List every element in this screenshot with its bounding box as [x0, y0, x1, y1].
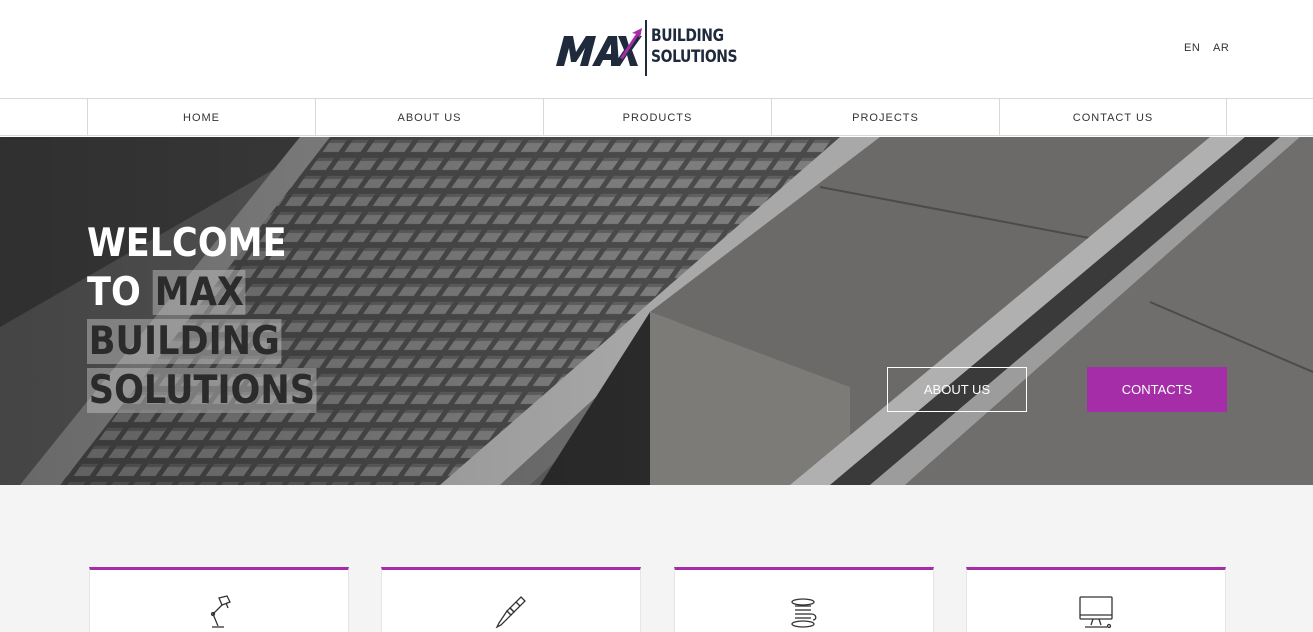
hero-title-line-2: TO MAX [87, 268, 317, 317]
hero-title: WELCOME TO MAX BUILDING SOLUTIONS [87, 219, 317, 415]
screwdriver-icon [495, 596, 526, 629]
logo-divider [645, 20, 647, 76]
logo-line-1: BUILDING [651, 26, 724, 46]
site-header: BUILDING SOLUTIONS EN AR [0, 0, 1313, 98]
cable-spool-icon [791, 598, 817, 628]
nav-item-home[interactable]: HOME [87, 99, 315, 136]
hero-title-line-4: SOLUTIONS [87, 366, 317, 415]
hero-title-max: MAX [153, 270, 246, 315]
computer-monitor-icon [1079, 596, 1113, 629]
logo-line-2: SOLUTIONS [651, 47, 738, 67]
about-us-button[interactable]: ABOUT US [887, 367, 1027, 412]
hero-title-building: BUILDING [87, 319, 282, 364]
hero-title-solutions: SOLUTIONS [87, 368, 317, 413]
hero-title-line-3: BUILDING [87, 317, 317, 366]
feature-card-tools[interactable] [381, 567, 641, 632]
desk-lamp-icon [210, 595, 231, 628]
logo-wordmark: BUILDING SOLUTIONS [651, 26, 738, 68]
contacts-button[interactable]: CONTACTS [1087, 367, 1227, 412]
feature-card-lighting[interactable] [89, 567, 349, 632]
main-navigation: HOME ABOUT US PRODUCTS PROJECTS CONTACT … [0, 98, 1313, 136]
hero-title-line-1: WELCOME [87, 221, 287, 266]
nav-item-about-us[interactable]: ABOUT US [315, 99, 543, 136]
language-ar-link[interactable]: AR [1213, 42, 1229, 54]
features-section [0, 485, 1313, 632]
nav-item-contact-us[interactable]: CONTACT US [999, 99, 1227, 136]
hero-title-to: TO [87, 270, 154, 315]
feature-card-electronics[interactable] [966, 567, 1226, 632]
max-logo-icon [556, 28, 642, 66]
site-logo[interactable]: BUILDING SOLUTIONS [556, 18, 738, 78]
nav-item-projects[interactable]: PROJECTS [771, 99, 999, 136]
feature-card-cables[interactable] [674, 567, 934, 632]
language-en-link[interactable]: EN [1184, 42, 1200, 54]
hero-banner: WELCOME TO MAX BUILDING SOLUTIONS ABOUT … [0, 137, 1313, 485]
nav-item-products[interactable]: PRODUCTS [543, 99, 771, 136]
